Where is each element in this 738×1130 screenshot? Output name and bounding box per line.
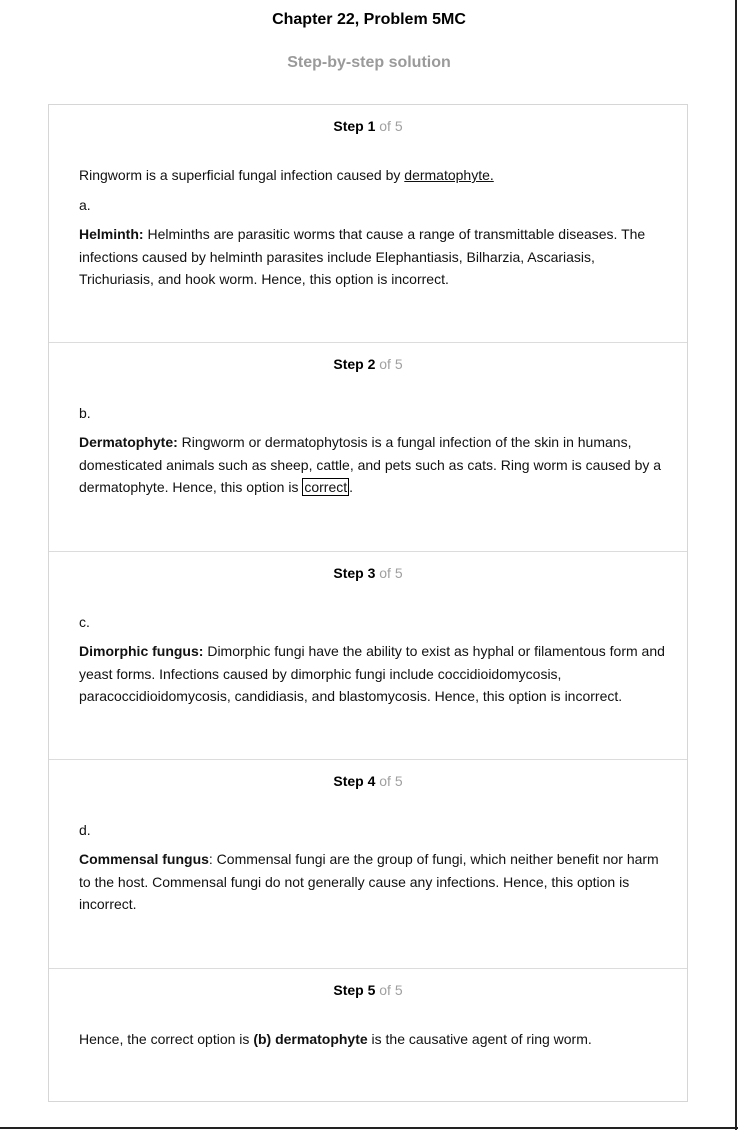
option-text: Helminths are parasitic worms that cause… bbox=[79, 226, 646, 287]
solution-card: Step 1 of 5 Ringworm is a superficial fu… bbox=[48, 104, 688, 1102]
step-1-header: Step 1 of 5 bbox=[49, 118, 687, 134]
step-count: of 5 bbox=[379, 356, 403, 372]
page-border-right bbox=[735, 0, 737, 1130]
page-title: Chapter 22, Problem 5MC bbox=[272, 11, 466, 28]
option-letter: c. bbox=[79, 614, 90, 630]
step-4: Step 4 of 5 d. Commensal fungus: Commens… bbox=[49, 760, 687, 969]
correct-highlight: correct bbox=[302, 478, 350, 496]
conclusion-paragraph: Hence, the correct option is (b) dermato… bbox=[79, 1028, 669, 1051]
step-count: of 5 bbox=[379, 565, 403, 581]
step-5: Step 5 of 5 Hence, the correct option is… bbox=[49, 969, 687, 1101]
step-label: Step 4 bbox=[333, 773, 376, 789]
step-label: Step 3 bbox=[333, 565, 376, 581]
option-letter: a. bbox=[79, 197, 91, 213]
option-letter: d. bbox=[79, 822, 91, 838]
option-term: Helminth: bbox=[79, 226, 144, 242]
step-5-header: Step 5 of 5 bbox=[49, 982, 687, 998]
step-2-header: Step 2 of 5 bbox=[49, 356, 687, 372]
conclusion-text-end: is the causative agent of ring worm. bbox=[367, 1031, 592, 1047]
step-3: Step 3 of 5 c. Dimorphic fungus: Dimorph… bbox=[49, 552, 687, 760]
option-term: Dermatophyte: bbox=[79, 434, 178, 450]
conclusion-text: Hence, the correct option is bbox=[79, 1031, 254, 1047]
step-count: of 5 bbox=[379, 773, 403, 789]
option-paragraph: Commensal fungus: Commensal fungi are th… bbox=[79, 848, 669, 916]
intro-text: Ringworm is a superficial fungal infecti… bbox=[79, 167, 405, 183]
option-text-end: . bbox=[349, 479, 354, 495]
step-label: Step 2 bbox=[333, 356, 376, 372]
answer-bold: (b) dermatophyte bbox=[253, 1031, 368, 1047]
option-paragraph: Dimorphic fungus: Dimorphic fungi have t… bbox=[79, 640, 669, 708]
step-1: Step 1 of 5 Ringworm is a superficial fu… bbox=[49, 105, 687, 343]
option-paragraph: Helminth: Helminths are parasitic worms … bbox=[79, 223, 669, 291]
step-3-header: Step 3 of 5 bbox=[49, 565, 687, 581]
option-term: Dimorphic fungus: bbox=[79, 643, 204, 659]
option-letter: b. bbox=[79, 405, 91, 421]
page-subtitle: Step-by-step solution bbox=[287, 54, 451, 71]
dermatophyte-link[interactable]: dermatophyte. bbox=[404, 167, 494, 183]
step-count: of 5 bbox=[379, 982, 403, 998]
step-label: Step 1 bbox=[333, 118, 376, 134]
intro-paragraph: Ringworm is a superficial fungal infecti… bbox=[79, 164, 669, 187]
option-term: Commensal fungus bbox=[79, 851, 209, 867]
step-2: Step 2 of 5 b. Dermatophyte: Ringworm or… bbox=[49, 343, 687, 552]
option-paragraph: Dermatophyte: Ringworm or dermatophytosi… bbox=[79, 431, 669, 499]
step-label: Step 5 bbox=[333, 982, 376, 998]
page-border-bottom bbox=[0, 1127, 738, 1129]
step-count: of 5 bbox=[379, 118, 403, 134]
step-4-header: Step 4 of 5 bbox=[49, 773, 687, 789]
